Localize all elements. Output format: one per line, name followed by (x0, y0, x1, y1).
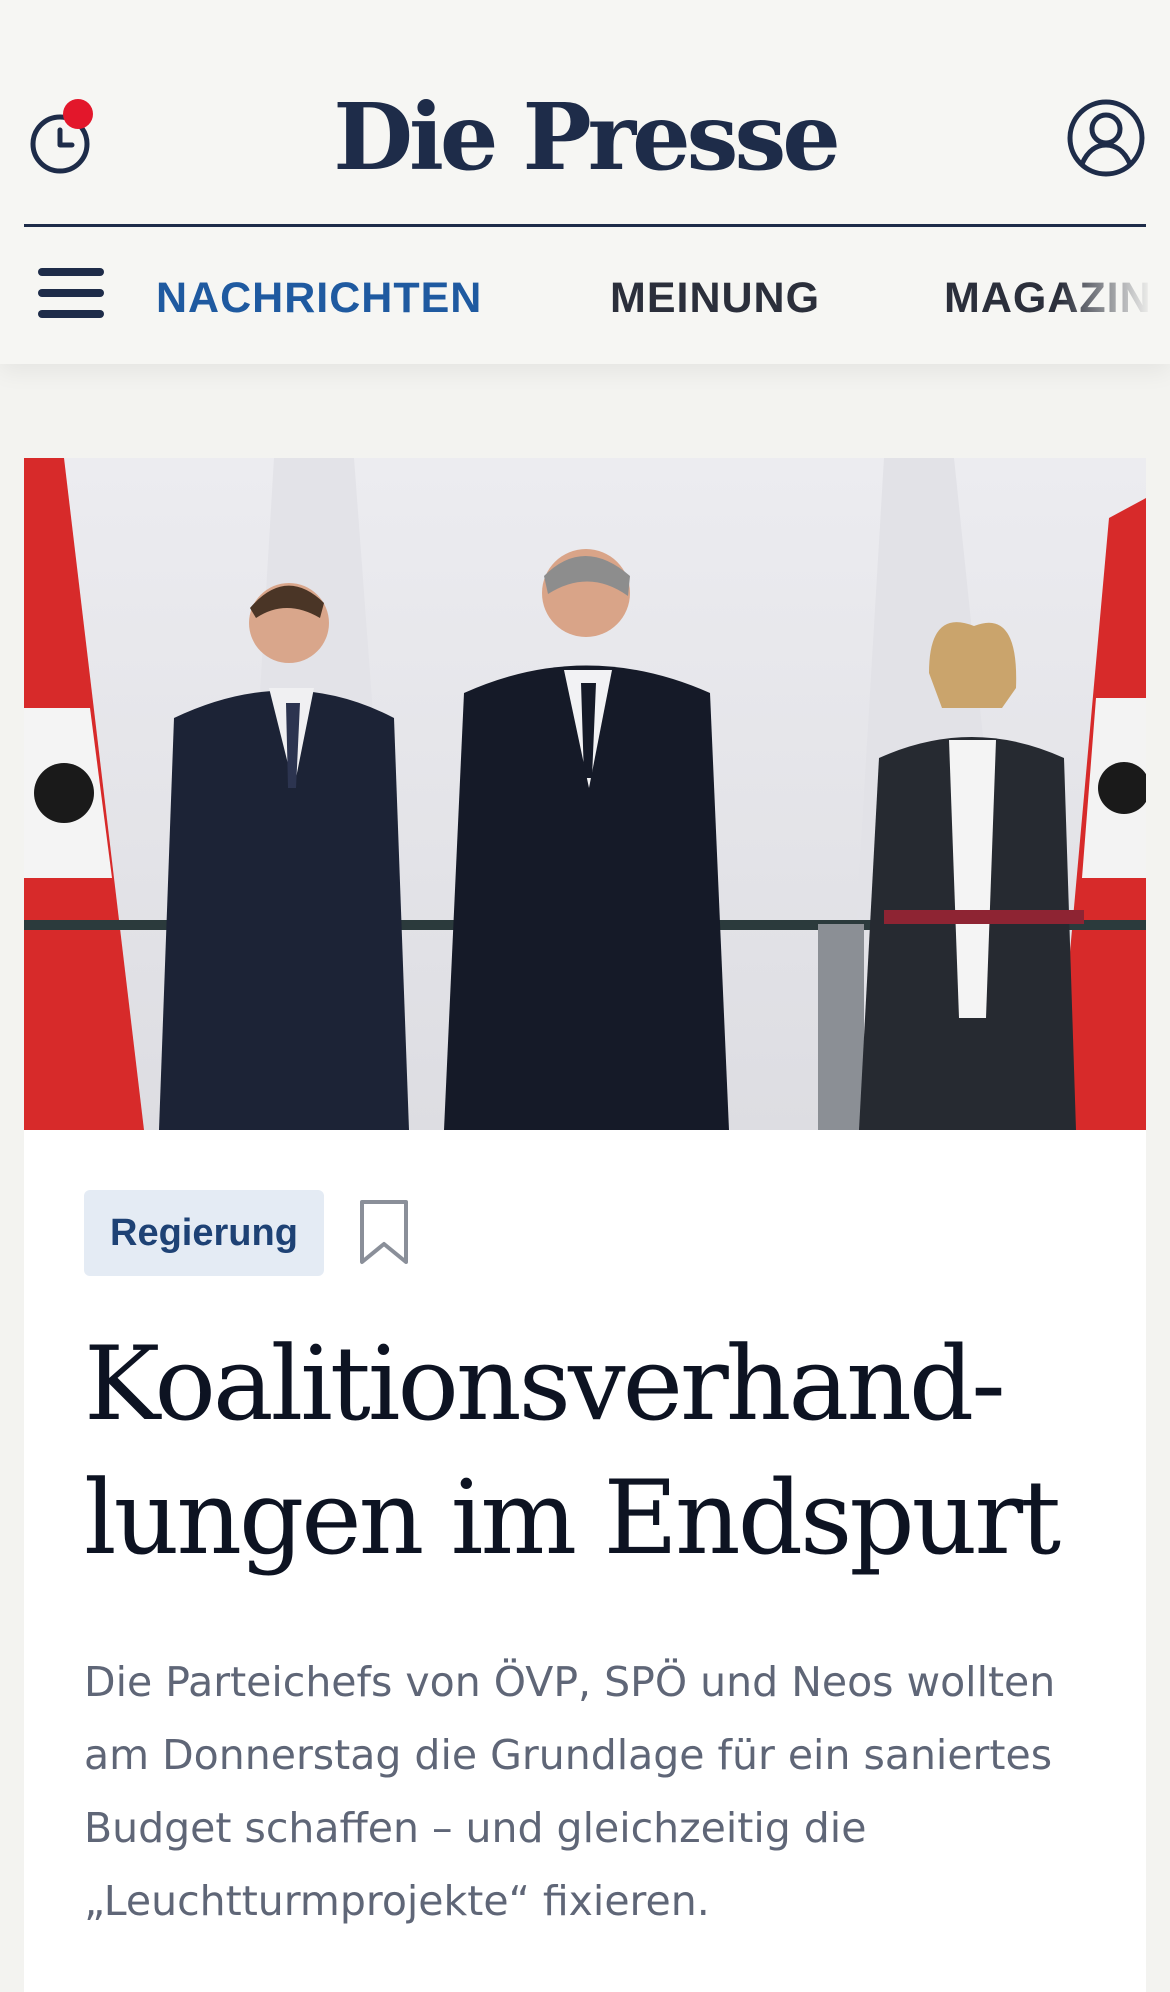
nav-tab-nachrichten[interactable]: NACHRICHTEN (156, 272, 482, 324)
history-button[interactable] (28, 96, 98, 176)
nav-overflow-fade (1060, 240, 1170, 350)
article-meta-row: Regierung (84, 1190, 684, 1278)
press-conference-photo[interactable] (24, 458, 1146, 1130)
nav-tab-meinung[interactable]: MEINUNG (610, 272, 820, 324)
site-logo[interactable]: Die Presse (320, 82, 850, 192)
article-teaser-card[interactable]: Regierung Koalitionsverhand- lungen im E… (24, 458, 1146, 1992)
category-tag[interactable]: Regierung (84, 1190, 324, 1276)
headline-line-1: Koalitionsverhand- (84, 1325, 1006, 1444)
account-button[interactable] (1066, 98, 1146, 178)
header-divider (24, 224, 1146, 227)
article-headline[interactable]: Koalitionsverhand- lungen im Endspurt (84, 1318, 1104, 1586)
main-navigation: NACHRICHTEN MEINUNG MAGAZIN (0, 240, 1170, 350)
hamburger-menu-icon[interactable] (38, 268, 106, 324)
nav-tabs: NACHRICHTEN MEINUNG MAGAZIN (156, 240, 1170, 350)
bookmark-button[interactable] (356, 1198, 412, 1268)
bookmark-icon (360, 1200, 408, 1264)
site-header: Die Presse NACHRICHTEN MEINUNG MAGAZIN (0, 0, 1170, 364)
app-page: Die Presse NACHRICHTEN MEINUNG MAGAZIN R… (0, 0, 1170, 1992)
notification-dot (63, 99, 93, 129)
user-account-icon (1067, 99, 1145, 177)
headline-line-2: lungen im Endspurt (84, 1459, 1061, 1578)
article-lead: Die Parteichefs von ÖVP, SPÖ und Neos wo… (84, 1658, 1056, 1925)
clock-history-icon (30, 99, 93, 174)
